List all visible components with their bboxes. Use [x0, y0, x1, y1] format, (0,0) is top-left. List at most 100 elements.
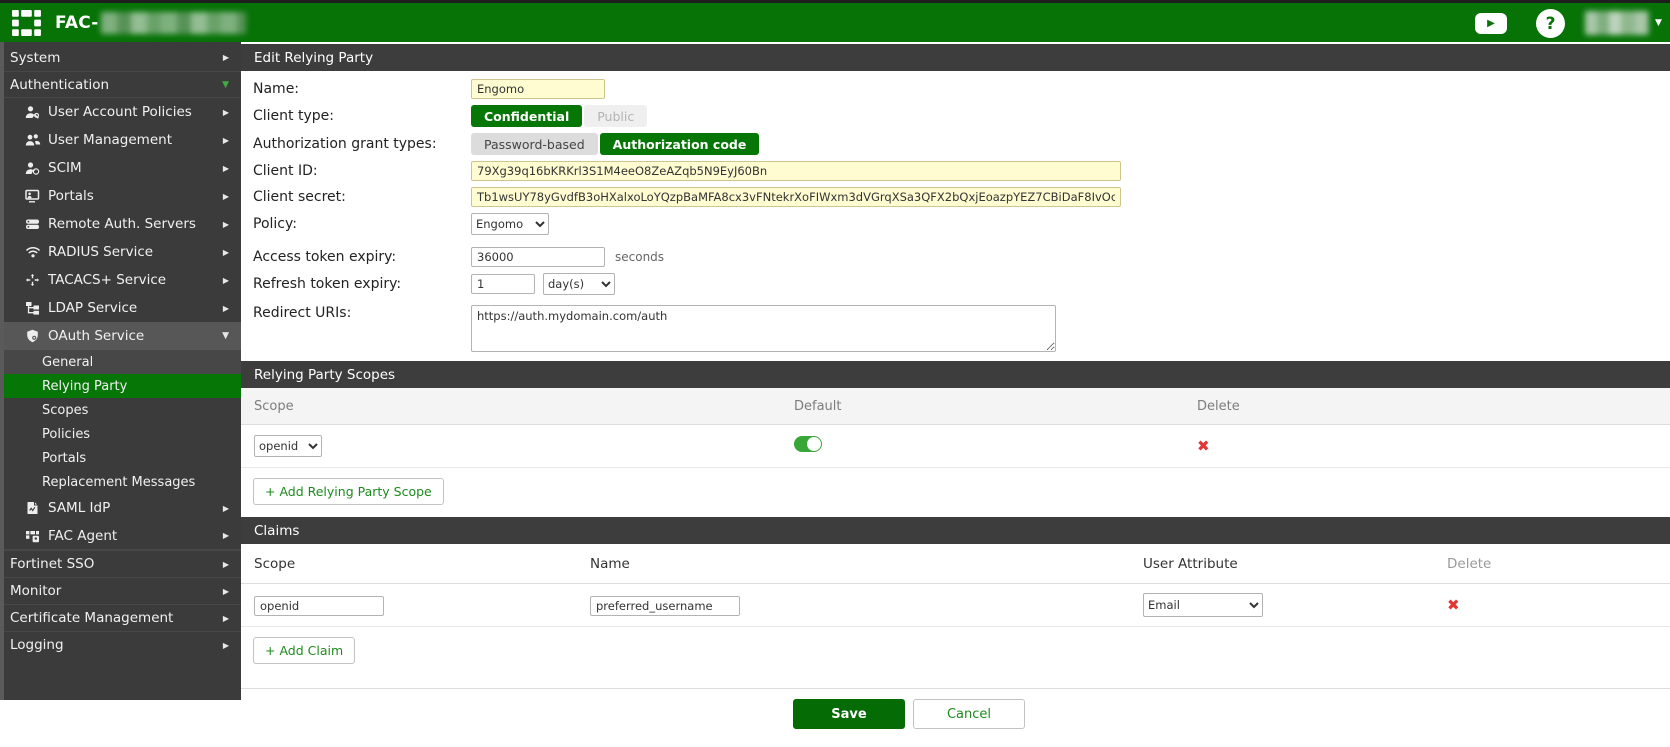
chevron-right-icon: ▶ — [223, 248, 229, 257]
sidebar-item-oauth-general[interactable]: General — [0, 350, 241, 374]
access-token-expiry-input[interactable] — [471, 247, 605, 267]
sidebar-item-system[interactable]: System ▶ — [0, 44, 241, 71]
sidebar-item-label: User Account Policies — [48, 104, 192, 120]
name-input[interactable] — [471, 79, 605, 99]
scopes-table-header: Scope Default Delete — [241, 388, 1670, 425]
add-relying-party-scope-button[interactable]: + Add Relying Party Scope — [253, 478, 444, 505]
save-button[interactable]: Save — [793, 699, 905, 729]
sidebar-item-tacacs-service[interactable]: TACACS+ Service ▶ — [0, 266, 241, 294]
sidebar-item-label: SCIM — [48, 160, 82, 176]
refresh-token-unit-select[interactable]: day(s) — [543, 273, 615, 295]
grant-password-based-button[interactable]: Password-based — [471, 133, 598, 155]
cancel-button[interactable]: Cancel — [913, 699, 1025, 729]
claims-section-bar: Claims — [241, 517, 1670, 544]
page-title-bar: Edit Relying Party — [241, 44, 1670, 71]
agent-grid-icon — [24, 529, 41, 543]
refresh-token-expiry-input[interactable] — [471, 274, 535, 294]
claims-col-delete: Delete — [1447, 556, 1491, 572]
sidebar-item-oauth-service[interactable]: OAuth Service ▼ — [0, 322, 241, 350]
sidebar-item-label: Policies — [42, 427, 90, 442]
chevron-right-icon: ▶ — [223, 304, 229, 313]
chevron-right-icon: ▶ — [223, 276, 229, 285]
question-mark-icon: ? — [1546, 14, 1556, 34]
claim-delete-button[interactable]: ✖ — [1447, 598, 1460, 613]
sidebar-item-monitor[interactable]: Monitor ▶ — [0, 577, 241, 604]
add-claim-button[interactable]: + Add Claim — [253, 637, 355, 664]
claims-col-scope: Scope — [254, 556, 590, 572]
sidebar-item-authentication[interactable]: Authentication ▼ — [0, 71, 241, 98]
sidebar-item-user-management[interactable]: User Management ▶ — [0, 126, 241, 154]
sidebar-item-radius-service[interactable]: RADIUS Service ▶ — [0, 238, 241, 266]
sidebar-item-logging[interactable]: Logging ▶ — [0, 631, 241, 658]
client-type-public-button[interactable]: Public — [584, 105, 647, 127]
scope-delete-button[interactable]: ✖ — [1197, 439, 1210, 454]
actions-divider — [241, 688, 1670, 689]
sidebar-item-label: General — [42, 355, 93, 370]
scope-select[interactable]: openid — [254, 435, 322, 457]
claim-user-attribute-select[interactable]: Email — [1143, 593, 1263, 617]
chevron-right-icon: ▶ — [223, 164, 229, 173]
sidebar-item-oauth-policies[interactable]: Policies — [0, 422, 241, 446]
sidebar-item-fac-agent[interactable]: FAC Agent ▶ — [0, 522, 241, 550]
claims-table-header: Scope Name User Attribute Delete — [241, 544, 1670, 584]
redirect-uris-textarea[interactable]: https://auth.mydomain.com/auth — [471, 305, 1056, 352]
help-button[interactable]: ? — [1536, 9, 1565, 38]
sidebar-item-scim[interactable]: SCIM ▶ — [0, 154, 241, 182]
sidebar-item-certificate-management[interactable]: Certificate Management ▶ — [0, 604, 241, 631]
user-sync-icon — [24, 161, 41, 175]
sidebar-nav: System ▶ Authentication ▼ User Account P… — [0, 42, 241, 700]
sidebar-item-oauth-replacement-messages[interactable]: Replacement Messages — [0, 470, 241, 494]
sidebar-item-label: Scopes — [42, 403, 88, 418]
scope-default-toggle[interactable] — [794, 436, 822, 452]
sidebar-item-ldap-service[interactable]: LDAP Service ▶ — [0, 294, 241, 322]
sidebar-item-remote-auth-servers[interactable]: Remote Auth. Servers ▶ — [0, 210, 241, 238]
youtube-button[interactable]: ▶ — [1475, 13, 1507, 34]
chevron-right-icon: ▶ — [223, 560, 229, 569]
sidebar-item-label: Certificate Management — [10, 610, 173, 626]
chevron-down-icon: ▼ — [1655, 18, 1662, 28]
claims-section-title: Claims — [254, 523, 299, 539]
tree-icon — [24, 301, 41, 315]
client-type-confidential-button[interactable]: Confidential — [471, 105, 582, 127]
access-token-unit-label: seconds — [615, 250, 664, 264]
sidebar-item-saml-idp[interactable]: SAML IdP ▶ — [0, 494, 241, 522]
wifi-icon — [24, 245, 41, 259]
sidebar-item-label: Monitor — [10, 583, 61, 599]
sidebar-item-oauth-portals[interactable]: Portals — [0, 446, 241, 470]
network-arrows-icon — [24, 273, 41, 287]
sidebar-item-label: RADIUS Service — [48, 244, 153, 260]
chevron-right-icon: ▶ — [223, 53, 229, 62]
policy-select[interactable]: Engomo — [471, 213, 549, 235]
client-id-input[interactable] — [471, 161, 1121, 181]
claim-scope-input[interactable] — [254, 596, 384, 616]
scopes-col-delete: Delete — [1197, 399, 1240, 414]
relying-party-form: Name: Client type: Confidential Public A… — [241, 71, 1670, 352]
chevron-right-icon: ▶ — [223, 614, 229, 623]
sidebar-item-portals[interactable]: Portals ▶ — [0, 182, 241, 210]
claims-col-name: Name — [590, 556, 1143, 572]
scopes-col-scope: Scope — [254, 399, 794, 414]
user-menu[interactable]: ▼ — [1585, 11, 1662, 35]
sidebar-item-label: Relying Party — [42, 379, 127, 394]
users-icon — [24, 133, 41, 147]
sidebar-item-oauth-relying-party[interactable]: Relying Party — [0, 374, 241, 398]
sidebar-item-fortinet-sso[interactable]: Fortinet SSO ▶ — [0, 550, 241, 577]
toggle-knob — [807, 437, 821, 451]
form-actions: Save Cancel — [793, 699, 1670, 729]
claim-name-input[interactable] — [590, 596, 740, 616]
sidebar-item-user-account-policies[interactable]: User Account Policies ▶ — [0, 98, 241, 126]
chevron-right-icon: ▶ — [223, 192, 229, 201]
grant-authorization-code-button[interactable]: Authorization code — [600, 133, 760, 155]
scope-table-row: openid ✖ — [241, 425, 1670, 468]
shield-icon — [24, 329, 41, 343]
chevron-right-icon: ▶ — [223, 220, 229, 229]
chevron-down-icon: ▼ — [222, 331, 229, 341]
redacted-username — [1585, 11, 1649, 35]
sidebar-scrollbar[interactable] — [0, 42, 4, 700]
sidebar-item-oauth-scopes[interactable]: Scopes — [0, 398, 241, 422]
claim-table-row: Email ✖ — [241, 584, 1670, 627]
chevron-down-icon: ▼ — [222, 80, 229, 90]
sidebar-item-label: Portals — [42, 451, 86, 466]
page: FAC- ▶ ? ▼ System ▶ Authentication ▼ Use… — [0, 0, 1670, 747]
client-secret-input[interactable] — [471, 187, 1121, 207]
